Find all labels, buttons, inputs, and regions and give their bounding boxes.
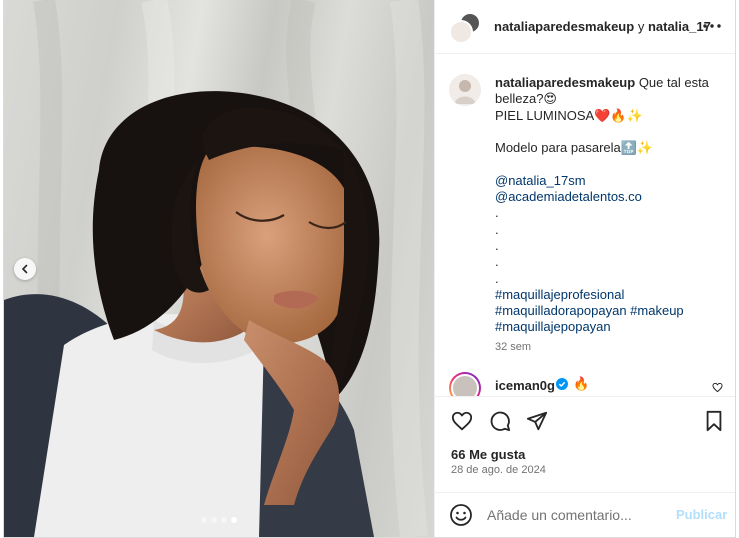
post-date: 28 de ago. de 2024 [451,464,546,476]
send-icon [526,411,548,431]
caption-text: PIEL LUMINOSA❤️🔥✨ [495,107,643,123]
caption-text: Modelo para pasarela🔝✨ [495,140,654,156]
carousel-dots [4,517,434,523]
carousel-dot [221,517,227,523]
commenter-username[interactable]: iceman0g [495,378,555,393]
more-horizontal-icon [703,24,721,28]
carousel-prev-button[interactable] [14,258,36,280]
caption-dot: . [495,237,499,253]
carousel-dot [211,517,217,523]
caption-text: Que tal esta [638,75,709,90]
caption-dot: . [495,270,499,286]
post-photo [4,0,428,537]
more-options-button[interactable] [701,16,723,36]
post-actions: 66 Me gusta 28 de ago. de 2024 [435,396,735,496]
share-button[interactable] [524,408,550,434]
post-header-title: nataliaparedesmakeup y natalia_17 [494,19,711,34]
emoji-smile-icon[interactable] [449,503,473,527]
hashtag-link[interactable]: #maquilladorapopayan [495,303,627,318]
post-header: nataliaparedesmakeup y natalia_17 [435,0,735,54]
like-button[interactable] [449,408,475,434]
hashtag-link[interactable]: #maquillajepopayan [495,319,727,335]
save-button[interactable] [701,408,727,434]
post-caption: nataliaparedesmakeup Que tal esta bellez… [495,75,727,336]
verified-badge-icon [556,378,568,390]
caption-dot: . [495,205,499,221]
caption-dot: . [495,254,499,270]
caption-text: belleza?😍 [495,91,557,107]
mention-link[interactable]: @academiadetalentos.co [495,189,727,205]
heart-icon [451,411,473,431]
post-dialog: nataliaparedesmakeup y natalia_17 natali… [3,0,736,538]
caption-author-link[interactable]: nataliaparedesmakeup [495,75,635,90]
comments-area: nataliaparedesmakeup Que tal esta bellez… [435,55,735,396]
comment-input[interactable] [487,505,667,525]
header-conjunction: y [637,19,645,34]
post-side-panel: nataliaparedesmakeup y natalia_17 natali… [434,0,735,537]
carousel-dot [231,517,237,523]
collab-avatars[interactable] [449,12,481,44]
caption-dot: . [495,221,499,237]
comment-button[interactable] [487,408,513,434]
author-avatar [449,20,473,44]
caption-author-avatar[interactable] [449,74,481,106]
hashtag-link[interactable]: #maquillajeprofesional [495,287,727,303]
bookmark-icon [706,410,722,432]
hashtag-link[interactable]: #makeup [630,303,683,318]
heart-icon[interactable] [712,382,723,393]
comment-text: 🔥 [573,376,590,391]
commenter-avatar[interactable] [449,372,481,396]
mention-link[interactable]: @natalia_17sm [495,173,727,189]
post-media [4,0,434,537]
carousel-dot [201,517,207,523]
likes-count[interactable]: 66 Me gusta [451,447,525,462]
comment-bubble-icon [490,411,511,432]
comment-composer: Publicar [435,492,735,537]
publish-button[interactable]: Publicar [676,507,727,522]
header-author-link[interactable]: nataliaparedesmakeup [494,19,634,34]
comment-item: iceman0g 🔥 [435,372,735,396]
chevron-left-icon [21,264,28,274]
avatar-image [449,74,481,106]
caption-timestamp[interactable]: 32 sem [495,341,531,353]
